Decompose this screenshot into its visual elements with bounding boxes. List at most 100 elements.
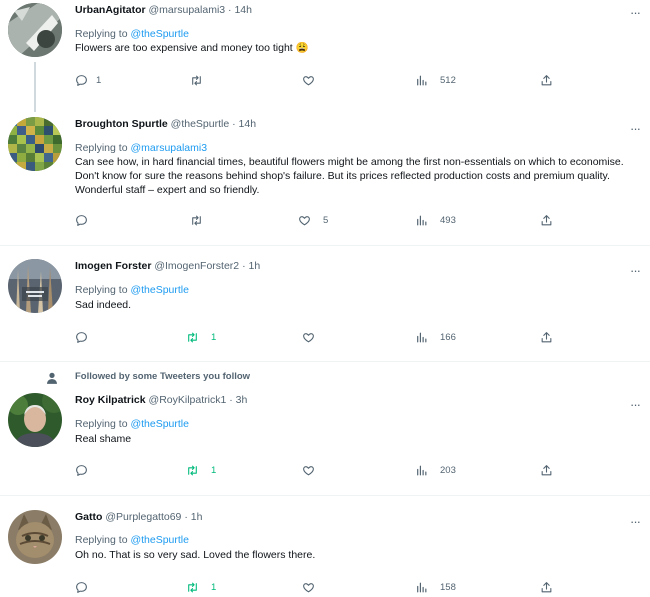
avatar[interactable] (8, 117, 62, 171)
display-name[interactable]: Imogen Forster (75, 260, 151, 272)
tweet-broughton-spurtle[interactable]: Broughton Spurtle @theSpurtle · 14h ··· … (0, 112, 650, 245)
mention-link[interactable]: @theSpurtle (130, 284, 189, 296)
replying-to: Replying to @theSpurtle (75, 417, 189, 431)
retweet-button[interactable]: 1 (186, 329, 216, 345)
separator: · (229, 394, 233, 406)
share-icon (540, 214, 553, 227)
timestamp[interactable]: 14h (239, 118, 257, 130)
more-icon[interactable]: ··· (628, 515, 642, 531)
like-button[interactable] (302, 462, 323, 478)
separator: · (184, 511, 188, 523)
share-button[interactable] (540, 462, 553, 478)
avatar-image (8, 3, 62, 57)
display-name[interactable]: Broughton Spurtle (75, 118, 168, 130)
like-button[interactable] (302, 329, 323, 345)
tweet-roy-kilpatrick[interactable]: Followed by some Tweeters you follow Roy… (0, 362, 650, 495)
separator: · (228, 4, 232, 16)
share-button[interactable] (540, 329, 553, 345)
retweet-button[interactable]: 1 (186, 462, 216, 478)
views-button[interactable]: 493 (415, 212, 456, 228)
like-icon (298, 214, 311, 227)
tweet-text: Can see how, in hard financial times, be… (75, 156, 624, 196)
share-icon (540, 581, 553, 594)
views-icon (415, 331, 428, 344)
replying-to: Replying to @theSpurtle (75, 283, 189, 297)
separator: · (232, 118, 236, 130)
tweet-text: Sad indeed. (75, 299, 132, 311)
tweet-gatto[interactable]: Gatto @Purplegatto69 · 1h ··· Replying t… (0, 496, 650, 597)
more-icon[interactable]: ··· (628, 264, 642, 280)
retweet-icon (190, 74, 203, 87)
timestamp[interactable]: 1h (191, 511, 203, 523)
reply-icon (75, 464, 88, 477)
mention-link[interactable]: @theSpurtle (130, 28, 189, 40)
tweet-header: Roy Kilpatrick @RoyKilpatrick1 · 3h (75, 393, 247, 407)
retweet-icon (190, 214, 203, 227)
retweet-button[interactable] (190, 72, 211, 88)
like-icon (302, 464, 315, 477)
replying-to: Replying to @marsupalami3 (75, 141, 207, 155)
tweet-header: Imogen Forster @ImogenForster2 · 1h (75, 259, 260, 273)
avatar[interactable] (8, 3, 62, 57)
display-name[interactable]: UrbanAgitator (75, 4, 146, 16)
reply-icon (75, 214, 88, 227)
views-icon (415, 464, 428, 477)
user-handle[interactable]: @ImogenForster2 (154, 260, 239, 272)
separator: · (242, 260, 246, 272)
avatar-image (8, 117, 62, 171)
avatar[interactable] (8, 259, 62, 313)
user-handle[interactable]: @RoyKilpatrick1 (149, 394, 227, 406)
share-button[interactable] (540, 212, 553, 228)
avatar[interactable] (8, 510, 62, 564)
replying-to-label: Replying to (75, 28, 128, 40)
more-icon[interactable]: ··· (628, 122, 642, 138)
more-icon[interactable]: ··· (628, 398, 642, 414)
retweet-button[interactable]: 1 (186, 579, 216, 595)
user-handle[interactable]: @Purplegatto69 (105, 511, 181, 523)
user-handle[interactable]: @theSpurtle (171, 118, 230, 130)
timestamp[interactable]: 1h (248, 260, 260, 272)
like-button[interactable] (302, 72, 323, 88)
timestamp[interactable]: 14h (234, 4, 252, 16)
retweet-count: 1 (211, 464, 217, 476)
mention-link[interactable]: @marsupalami3 (130, 142, 207, 154)
like-button[interactable] (302, 579, 323, 595)
mention-link[interactable]: @theSpurtle (130, 534, 189, 546)
reply-button[interactable] (75, 462, 96, 478)
tweet-text: Real shame (75, 433, 132, 445)
views-button[interactable]: 203 (415, 462, 456, 478)
retweet-count: 1 (211, 331, 217, 343)
views-count: 166 (440, 331, 456, 343)
avatar-image (8, 259, 62, 313)
retweet-button[interactable] (190, 212, 211, 228)
share-button[interactable] (540, 579, 553, 595)
views-count: 158 (440, 581, 456, 593)
reply-thread-feed: UrbanAgitator @marsupalami3 · 14h ··· Re… (0, 0, 650, 597)
reply-button[interactable]: 1 (75, 72, 101, 88)
reply-button[interactable] (75, 579, 96, 595)
like-count: 5 (323, 214, 329, 226)
user-handle[interactable]: @marsupalami3 (149, 4, 226, 16)
reply-icon (75, 74, 88, 87)
display-name[interactable]: Gatto (75, 511, 102, 523)
replying-to-label: Replying to (75, 284, 128, 296)
share-button[interactable] (540, 72, 553, 88)
views-button[interactable]: 166 (415, 329, 456, 345)
views-button[interactable]: 512 (415, 72, 456, 88)
timestamp[interactable]: 3h (236, 394, 248, 406)
reply-button[interactable] (75, 212, 96, 228)
display-name[interactable]: Roy Kilpatrick (75, 394, 146, 406)
mention-link[interactable]: @theSpurtle (130, 418, 189, 430)
tweet-urbanagitator[interactable]: UrbanAgitator @marsupalami3 · 14h ··· Re… (0, 0, 650, 112)
retweet-count: 1 (211, 581, 217, 593)
reply-button[interactable] (75, 329, 96, 345)
like-button[interactable]: 5 (298, 212, 328, 228)
thread-connector-line (34, 62, 36, 112)
share-icon (540, 74, 553, 87)
more-icon[interactable]: ··· (628, 6, 642, 22)
views-icon (415, 214, 428, 227)
views-button[interactable]: 158 (415, 579, 456, 595)
avatar[interactable] (8, 393, 62, 447)
tweet-imogen-forster[interactable]: Imogen Forster @ImogenForster2 · 1h ··· … (0, 246, 650, 361)
replying-to: Replying to @theSpurtle (75, 27, 189, 41)
